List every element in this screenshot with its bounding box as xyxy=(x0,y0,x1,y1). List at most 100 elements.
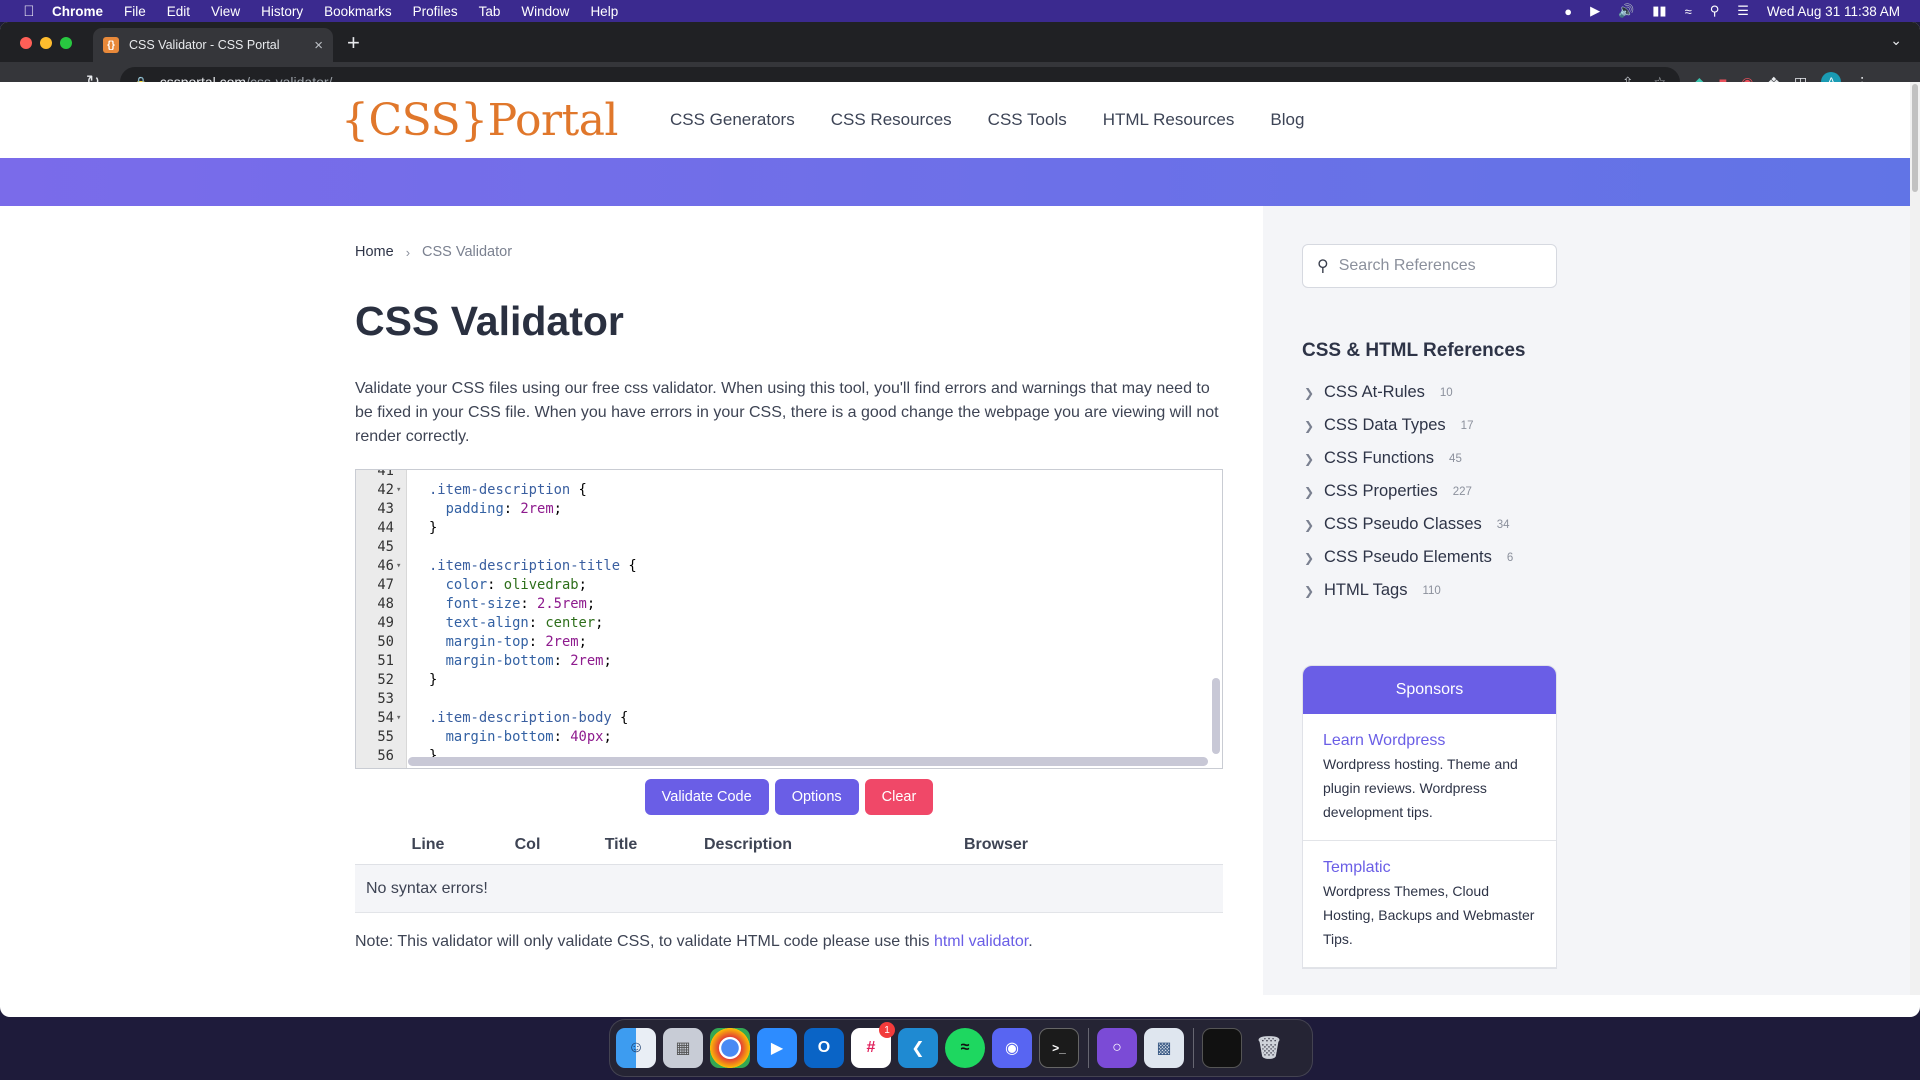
finder-icon[interactable]: ☺ xyxy=(616,1028,656,1068)
nav-html-resources[interactable]: HTML Resources xyxy=(1103,110,1235,130)
ref-item-css-pseudo-classes[interactable]: ❯ CSS Pseudo Classes 34 xyxy=(1302,508,1910,541)
record-icon[interactable]: ● xyxy=(1564,4,1572,19)
code-line[interactable]: 47 color: olivedrab; xyxy=(356,576,1222,595)
code-text[interactable]: font-size: 2.5rem; xyxy=(407,595,596,614)
ref-item-css-data-types[interactable]: ❯ CSS Data Types 17 xyxy=(1302,409,1910,442)
vscode-icon[interactable]: ❮ xyxy=(898,1028,938,1068)
discord-icon[interactable]: ◉ xyxy=(992,1028,1032,1068)
code-text[interactable] xyxy=(407,470,429,481)
code-text[interactable]: margin-top: 2rem; xyxy=(407,633,587,652)
outlook-icon[interactable]: O xyxy=(804,1028,844,1068)
preview-icon[interactable]: ▩ xyxy=(1144,1028,1184,1068)
menu-history[interactable]: History xyxy=(261,4,303,19)
validate-code-button[interactable]: Validate Code xyxy=(644,779,769,815)
fold-arrow-icon[interactable]: ▾ xyxy=(394,709,407,728)
volume-icon[interactable]: 🔊 xyxy=(1618,3,1634,19)
menu-bookmarks[interactable]: Bookmarks xyxy=(324,4,392,19)
code-line[interactable]: 45 xyxy=(356,538,1222,557)
search-input[interactable] xyxy=(1338,257,1539,275)
menu-edit[interactable]: Edit xyxy=(167,4,190,19)
close-window-button[interactable] xyxy=(20,37,32,49)
code-line[interactable]: 51 margin-bottom: 2rem; xyxy=(356,652,1222,671)
minimize-window-button[interactable] xyxy=(40,37,52,49)
html-validator-link[interactable]: html validator xyxy=(934,933,1028,950)
spotify-icon[interactable]: ≈ xyxy=(945,1028,985,1068)
code-text[interactable]: padding: 2rem; xyxy=(407,500,562,519)
code-text[interactable]: margin-bottom: 40px; xyxy=(407,728,612,747)
wifi-icon[interactable]: ≈ xyxy=(1685,4,1692,19)
ref-item-css-pseudo-elements[interactable]: ❯ CSS Pseudo Elements 6 xyxy=(1302,541,1910,574)
apple-icon[interactable]:  xyxy=(20,3,38,20)
code-text[interactable]: .item-description-body { xyxy=(407,709,628,728)
menu-tab[interactable]: Tab xyxy=(479,4,501,19)
code-line[interactable]: 54 ▾ .item-description-body { xyxy=(356,709,1222,728)
code-line[interactable]: 48 font-size: 2.5rem; xyxy=(356,595,1222,614)
zoom-icon[interactable]: ▶ xyxy=(757,1028,797,1068)
browser-tab[interactable]: {} CSS Validator - CSS Portal × xyxy=(93,28,333,62)
code-line[interactable]: 55 margin-bottom: 40px; xyxy=(356,728,1222,747)
code-text[interactable] xyxy=(407,690,429,709)
ref-item-css-at-rules[interactable]: ❯ CSS At-Rules 10 xyxy=(1302,376,1910,409)
slack-icon[interactable]: #1 xyxy=(851,1022,895,1068)
code-line[interactable]: 50 margin-top: 2rem; xyxy=(356,633,1222,652)
code-line[interactable]: 46 ▾ .item-description-title { xyxy=(356,557,1222,576)
page-scrollbar[interactable] xyxy=(1910,82,1920,995)
ref-item-css-properties[interactable]: ❯ CSS Properties 227 xyxy=(1302,475,1910,508)
spotlight-icon[interactable]: ⚲ xyxy=(1710,3,1720,19)
menu-view[interactable]: View xyxy=(211,4,240,19)
menu-app-name[interactable]: Chrome xyxy=(52,4,103,19)
clear-button[interactable]: Clear xyxy=(864,779,934,815)
menu-profiles[interactable]: Profiles xyxy=(413,4,458,19)
menu-window[interactable]: Window xyxy=(521,4,569,19)
code-text[interactable]: color: olivedrab; xyxy=(407,576,587,595)
terminal-icon[interactable]: >_ xyxy=(1039,1028,1079,1068)
control-center-icon[interactable]: ☰ xyxy=(1737,3,1749,19)
new-tab-icon[interactable]: + xyxy=(347,30,360,56)
code-text[interactable]: } xyxy=(407,671,437,690)
fold-arrow-icon[interactable]: ▾ xyxy=(394,557,407,576)
sponsor-link[interactable]: Templatic xyxy=(1323,859,1536,877)
zoom-window-button[interactable] xyxy=(60,37,72,49)
code-text[interactable]: margin-bottom: 2rem; xyxy=(407,652,612,671)
nav-css-resources[interactable]: CSS Resources xyxy=(831,110,952,130)
ref-item-css-functions[interactable]: ❯ CSS Functions 45 xyxy=(1302,442,1910,475)
nav-css-generators[interactable]: CSS Generators xyxy=(670,110,795,130)
code-text[interactable] xyxy=(407,538,429,557)
github-desktop-icon[interactable]: ○ xyxy=(1097,1028,1137,1068)
code-lines[interactable]: 41 42 ▾ .item-description {43 padding: 2rem… xyxy=(356,470,1222,766)
search-box[interactable]: ⚲ xyxy=(1302,244,1557,288)
clock[interactable]: Wed Aug 31 11:38 AM xyxy=(1767,4,1900,19)
breadcrumb-home[interactable]: Home xyxy=(355,244,394,260)
code-text[interactable]: .item-description { xyxy=(407,481,587,500)
nav-blog[interactable]: Blog xyxy=(1270,110,1304,130)
code-line[interactable]: 53 xyxy=(356,690,1222,709)
code-line[interactable]: 49 text-align: center; xyxy=(356,614,1222,633)
menu-file[interactable]: File xyxy=(124,4,146,19)
code-line[interactable]: 52} xyxy=(356,671,1222,690)
code-text[interactable]: .item-description-title { xyxy=(407,557,637,576)
code-line[interactable]: 43 padding: 2rem; xyxy=(356,500,1222,519)
code-line[interactable]: 44} xyxy=(356,519,1222,538)
css-code-editor[interactable]: 41 42 ▾ .item-description {43 padding: 2rem… xyxy=(355,469,1223,769)
chrome-icon[interactable] xyxy=(710,1028,750,1068)
trash-icon[interactable]: 🗑 xyxy=(1249,1028,1289,1068)
site-logo[interactable]: {CSS}Portal xyxy=(341,95,619,146)
fold-arrow-icon[interactable]: ▾ xyxy=(394,481,407,500)
sponsor-link[interactable]: Learn Wordpress xyxy=(1323,732,1536,750)
tab-search-icon[interactable]: ⌄ xyxy=(1890,32,1902,49)
battery-icon[interactable]: ▮▮ xyxy=(1652,3,1666,19)
close-tab-icon[interactable]: × xyxy=(314,37,323,54)
page-scrollbar-thumb[interactable] xyxy=(1912,84,1918,192)
play-icon[interactable]: ▶ xyxy=(1590,3,1600,19)
code-text[interactable]: text-align: center; xyxy=(407,614,604,633)
editor-horizontal-scrollbar[interactable] xyxy=(408,757,1208,766)
options-button[interactable]: Options xyxy=(774,779,859,815)
nav-css-tools[interactable]: CSS Tools xyxy=(988,110,1067,130)
editor-vertical-scrollbar[interactable] xyxy=(1212,678,1220,754)
code-line[interactable]: 41 xyxy=(356,470,1222,481)
code-text[interactable]: } xyxy=(407,519,437,538)
ref-item-html-tags[interactable]: ❯ HTML Tags 110 xyxy=(1302,574,1910,607)
menu-help[interactable]: Help xyxy=(590,4,618,19)
screen-window-icon[interactable] xyxy=(1202,1028,1242,1068)
code-line[interactable]: 42 ▾ .item-description { xyxy=(356,481,1222,500)
